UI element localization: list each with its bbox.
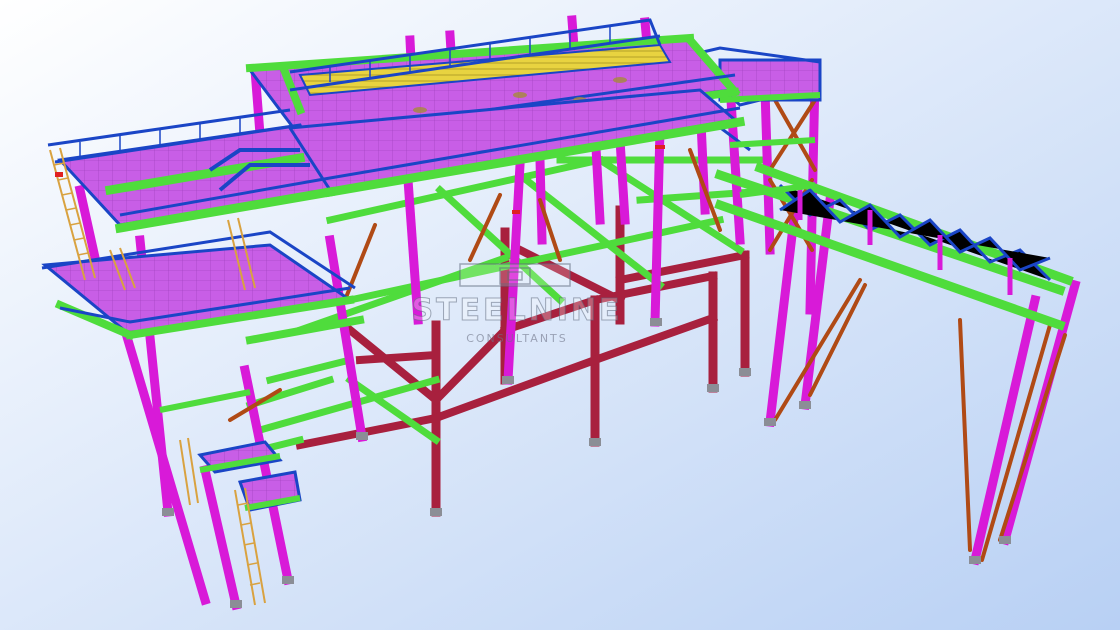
structural-model-viewport[interactable] xyxy=(0,0,1120,630)
